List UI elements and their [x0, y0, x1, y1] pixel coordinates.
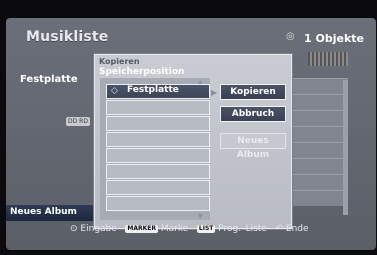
background-scrollbar[interactable]: [343, 80, 348, 215]
ok-icon: ⊙: [70, 224, 78, 234]
marker-hint: Marke: [160, 224, 189, 234]
chevron-right-icon: ▶: [211, 88, 218, 97]
destination-item[interactable]: [106, 164, 210, 179]
list-item: [290, 174, 348, 190]
source-format-tag: DD RD: [66, 117, 90, 126]
hdd-icon: ◇: [111, 86, 118, 96]
destination-item[interactable]: [106, 180, 210, 195]
end-hint: Ende: [285, 224, 309, 234]
return-icon: ↶: [275, 224, 284, 234]
background-list: [290, 68, 350, 218]
list-item: [290, 190, 348, 206]
copy-button[interactable]: Kopieren: [220, 84, 286, 100]
list-item: [290, 94, 348, 110]
destination-item[interactable]: [106, 116, 210, 131]
marker-key-badge: MARKER: [125, 224, 158, 233]
disc-icon: ◎: [286, 31, 295, 42]
list-key-badge: LIST: [196, 224, 216, 233]
destination-item[interactable]: [106, 132, 210, 147]
destination-item-label: Festplatte: [127, 85, 179, 95]
page-title: Musikliste: [26, 29, 109, 45]
new-album-label: Neues Album: [10, 207, 77, 217]
left-source-label: Festplatte: [20, 74, 78, 85]
new-album-button[interactable]: Neues Album: [220, 133, 286, 160]
scroll-down-icon[interactable]: ▼: [198, 213, 203, 220]
dialog-title: Kopieren: [99, 57, 140, 66]
item-count: 1 Objekte: [304, 32, 364, 45]
list-item: [290, 158, 348, 174]
list-item: [290, 78, 348, 94]
destination-item-selected[interactable]: ◇ Festplatte: [106, 84, 210, 99]
list-item: [290, 126, 348, 142]
destination-item[interactable]: [106, 100, 210, 115]
dialog-subtitle: Speicherposition: [99, 67, 185, 77]
thumbnail-strip: [308, 52, 348, 66]
list-item: [290, 110, 348, 126]
destination-item[interactable]: [106, 148, 210, 163]
destination-item[interactable]: [106, 196, 210, 211]
footer-hints: ⊙ Eingabe MARKER Marke LIST Prog.–Liste …: [70, 224, 370, 238]
enter-hint: Eingabe: [80, 224, 117, 234]
list-item: [290, 142, 348, 158]
cancel-button[interactable]: Abbruch: [220, 106, 286, 122]
list-hint: Prog.–Liste: [218, 224, 267, 234]
